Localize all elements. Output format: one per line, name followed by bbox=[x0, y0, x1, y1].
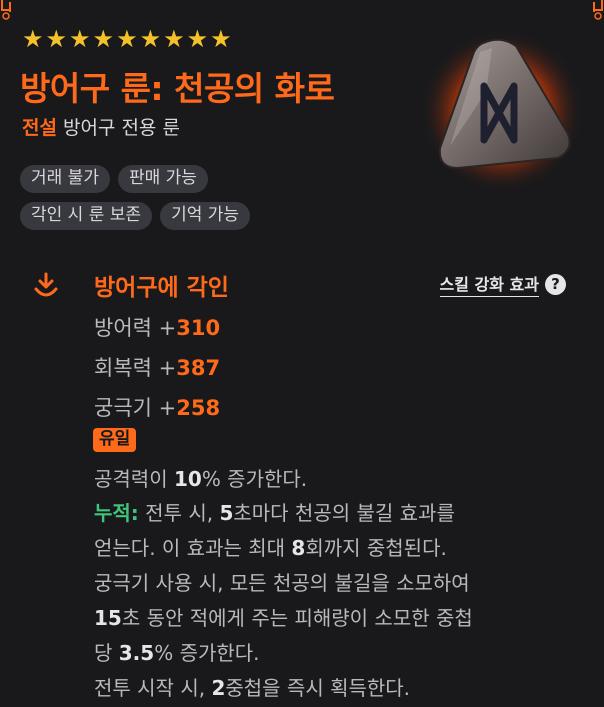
effect-line: 얻는다. 이 효과는 최대 8회까지 중첩된다. bbox=[94, 532, 447, 561]
star-icon: ★ bbox=[210, 25, 232, 53]
star-icon: ★ bbox=[186, 25, 209, 53]
rarity-stars: ★ ★ ★ ★ ★ ★ ★ ★ ★ bbox=[22, 27, 232, 51]
effect-number: 5 bbox=[219, 501, 234, 525]
engrave-icon bbox=[34, 272, 58, 297]
item-subtitle: 전설 방어구 전용 룬 bbox=[22, 113, 180, 140]
star-icon: ★ bbox=[92, 25, 115, 53]
effect-text: 초마다 천공의 불길 효과를 bbox=[233, 501, 455, 525]
effect-line: 궁극기 사용 시, 모든 천공의 불길을 소모하여 bbox=[94, 567, 470, 596]
unique-badge: 유일 bbox=[93, 428, 137, 452]
effect-text: % 증가한다. bbox=[201, 467, 308, 491]
rune-stone-icon bbox=[420, 26, 584, 190]
effect-text: 회까지 중첩된다. bbox=[305, 536, 447, 560]
effect-line: 15초 동안 적에게 주는 피해량이 소모한 중첩 bbox=[94, 602, 473, 631]
stat-value: 258 bbox=[176, 396, 221, 420]
effect-text: 궁극기 사용 시, 모든 천공의 불길을 소모하여 bbox=[94, 571, 470, 595]
item-title: 방어구 룬: 천공의 화로 bbox=[20, 69, 335, 108]
skill-enhancement-link[interactable]: 스킬 강화 효과 ? bbox=[439, 271, 566, 297]
stat-label: 회복력 + bbox=[94, 356, 177, 380]
tag-memorable: 기억 가능 bbox=[160, 202, 251, 230]
star-icon: ★ bbox=[45, 25, 68, 53]
corner-ornament-left bbox=[1, 0, 11, 20]
effect-number: 3.5 bbox=[118, 641, 155, 665]
stat-label: 방어력 + bbox=[94, 316, 177, 340]
tag-rune-preserved: 각인 시 룬 보존 bbox=[20, 202, 153, 230]
skill-enhancement-label[interactable]: 스킬 강화 효과 bbox=[439, 271, 539, 297]
effect-number: 10 bbox=[173, 467, 202, 491]
effect-text: % 증가한다. bbox=[154, 641, 260, 665]
stat-defense: 방어력 +310 bbox=[94, 312, 220, 342]
effect-line: 공격력이 10% 증가한다. bbox=[94, 463, 307, 492]
effect-text: 얻는다. 이 효과는 최대 bbox=[94, 536, 292, 560]
effect-line: 당 3.5% 증가한다. bbox=[94, 637, 260, 666]
effect-number: 8 bbox=[291, 536, 306, 560]
item-type: 방어구 전용 룬 bbox=[62, 117, 180, 139]
star-icon: ★ bbox=[22, 25, 44, 53]
star-icon: ★ bbox=[163, 25, 185, 53]
stat-recovery: 회복력 +387 bbox=[94, 352, 220, 382]
tag-untradeable: 거래 불가 bbox=[20, 165, 110, 193]
tag-sellable: 판매 가능 bbox=[117, 165, 208, 193]
stat-ultimate: 궁극기 +258 bbox=[94, 392, 220, 422]
stat-value: 310 bbox=[176, 316, 221, 340]
stack-keyword: 누적: bbox=[94, 501, 139, 525]
tag-row: 거래 불가 판매 가능 bbox=[20, 165, 350, 193]
stat-label: 궁극기 + bbox=[94, 396, 177, 420]
tag-row: 각인 시 룬 보존 기억 가능 bbox=[20, 202, 350, 230]
effect-line: 전투 시작 시, 2중첩을 즉시 획득한다. bbox=[94, 672, 410, 701]
effect-number: 15 bbox=[94, 606, 122, 630]
effect-line: 누적: 전투 시, 5초마다 천공의 불길 효과를 bbox=[94, 497, 455, 526]
corner-ornament-right bbox=[593, 0, 603, 20]
effect-text: 공격력이 bbox=[94, 467, 174, 491]
star-icon: ★ bbox=[139, 25, 162, 53]
effect-text: 초 동안 적에게 주는 피해량이 소모한 중첩 bbox=[121, 606, 473, 630]
item-tags: 거래 불가 판매 가능 각인 시 룬 보존 기억 가능 bbox=[20, 165, 350, 239]
question-icon[interactable]: ? bbox=[545, 273, 566, 295]
effect-text: 중첩을 즉시 획득한다. bbox=[225, 676, 411, 700]
effect-text: 전투 시작 시, bbox=[94, 676, 212, 700]
star-icon: ★ bbox=[69, 25, 91, 53]
effect-number: 2 bbox=[211, 676, 226, 700]
effect-text: 전투 시, bbox=[138, 501, 220, 525]
item-grade: 전설 bbox=[22, 117, 57, 139]
star-icon: ★ bbox=[116, 25, 138, 53]
stat-value: 387 bbox=[176, 356, 221, 380]
effect-text: 당 bbox=[94, 641, 119, 665]
engrave-title: 방어구에 각인 bbox=[94, 275, 229, 301]
